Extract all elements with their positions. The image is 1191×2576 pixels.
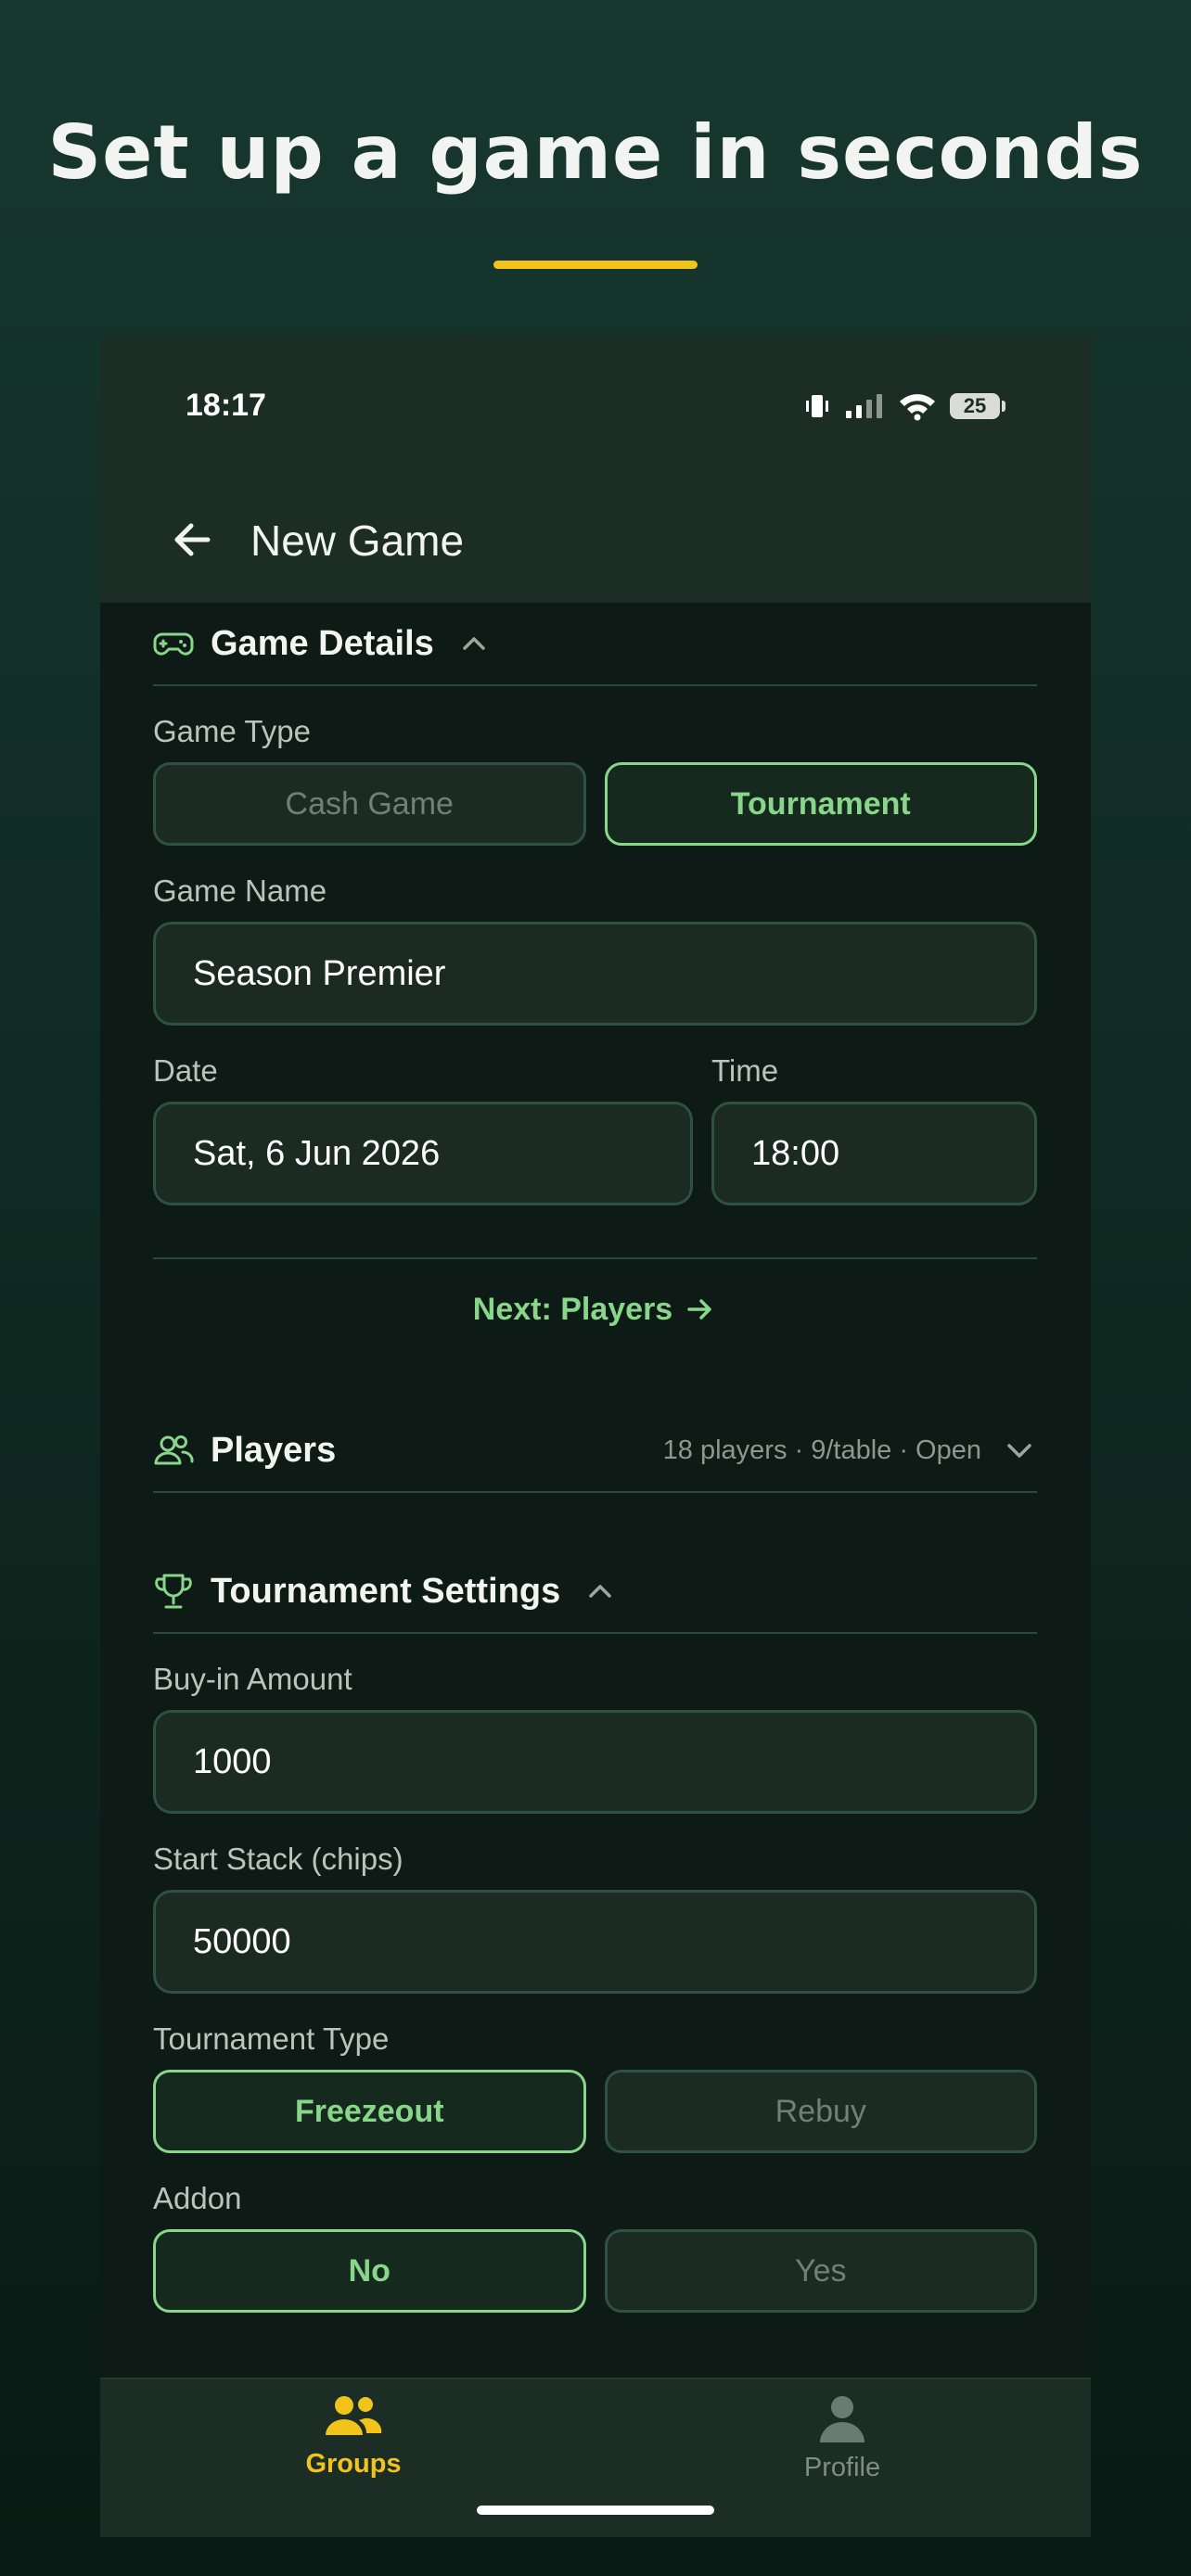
home-indicator (477, 2506, 714, 2515)
game-name-label: Game Name (153, 874, 327, 908)
section-title-tournament-settings: Tournament Settings (211, 1571, 561, 1611)
arrow-right-icon (687, 1299, 711, 1320)
time-label: Time (711, 1053, 779, 1088)
groups-icon (326, 2396, 382, 2435)
freezeout-option[interactable]: Freezeout (153, 2070, 586, 2153)
back-arrow-icon[interactable] (165, 512, 221, 567)
chevron-up-icon[interactable] (583, 1574, 618, 1609)
nav-profile[interactable]: Profile (703, 2392, 981, 2483)
time-input[interactable]: 18:00 (711, 1102, 1037, 1205)
page-title: New Game (250, 516, 465, 565)
game-name-input[interactable]: Season Premier (153, 922, 1037, 1026)
signal-icon (846, 394, 882, 418)
trophy-icon (155, 1574, 192, 1609)
cash-game-option[interactable]: Cash Game (153, 762, 586, 846)
date-label: Date (153, 1053, 218, 1088)
wifi-icon (900, 394, 935, 421)
players-summary: 18 players · 9/table · Open (662, 1435, 981, 1465)
status-time: 18:17 (186, 388, 266, 423)
start-stack-label: Start Stack (chips) (153, 1842, 403, 1876)
tournament-option[interactable]: Tournament (604, 762, 1037, 846)
section-tournament-settings[interactable]: Tournament Settings (153, 1550, 1037, 1634)
nav-label-groups: Groups (305, 2449, 402, 2479)
status-icons: 25 (803, 388, 1007, 425)
status-bar: 18:17 25 (100, 336, 1091, 475)
start-stack-input[interactable]: 50000 (153, 1890, 1037, 1994)
section-players[interactable]: Players 18 players · 9/table · Open (153, 1409, 1037, 1493)
tournament-type-label: Tournament Type (153, 2021, 390, 2056)
chevron-down-icon[interactable] (1002, 1433, 1037, 1468)
buyin-label: Buy-in Amount (153, 1662, 352, 1696)
date-input[interactable]: Sat, 6 Jun 2026 (153, 1102, 693, 1205)
battery-level: 25 (963, 394, 987, 417)
game-type-label: Game Type (153, 714, 311, 748)
battery-icon: 25 (950, 392, 1007, 420)
rebuy-option[interactable]: Rebuy (604, 2070, 1037, 2153)
buyin-input[interactable]: 1000 (153, 1710, 1037, 1814)
profile-icon (820, 2396, 864, 2442)
phone-screen: 18:17 25 New Game Game Details Game Type… (100, 336, 1091, 2537)
next-players-button[interactable]: Next: Players (153, 1257, 1037, 1359)
addon-no-option[interactable]: No (153, 2229, 586, 2313)
headline: Set up a game in seconds (47, 109, 1144, 196)
app-bar: New Game (100, 475, 1091, 603)
nav-groups[interactable]: Groups (214, 2392, 493, 2480)
addon-label: Addon (153, 2181, 242, 2215)
gamepad-icon (153, 632, 194, 656)
section-title-players: Players (211, 1430, 337, 1470)
nav-label-profile: Profile (803, 2453, 881, 2482)
form-content: Game Details Game Type Cash Game Tournam… (153, 603, 1037, 2313)
addon-yes-option[interactable]: Yes (604, 2229, 1037, 2313)
vibrate-icon (806, 395, 828, 417)
next-players-label: Next: Players (472, 1291, 673, 1327)
section-title-game-details: Game Details (211, 623, 434, 663)
users-icon (154, 1435, 194, 1465)
chevron-up-icon[interactable] (456, 626, 492, 661)
section-game-details[interactable]: Game Details (153, 603, 1037, 686)
headline-underline (493, 261, 698, 269)
